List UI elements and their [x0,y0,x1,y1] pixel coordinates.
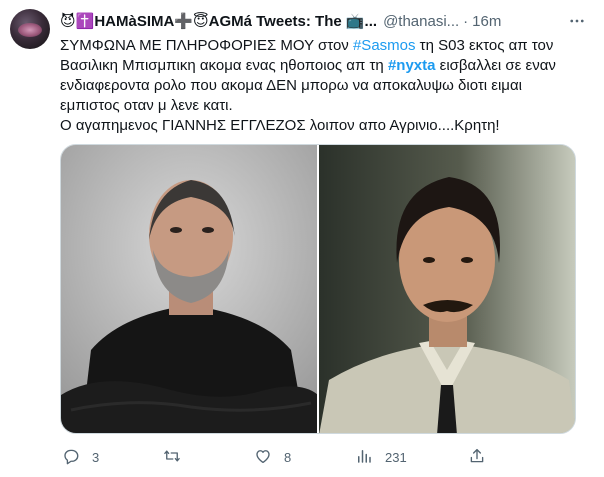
reply-button[interactable]: 3 [62,446,99,468]
like-button[interactable]: 8 [254,446,291,468]
more-dots-icon[interactable] [566,10,588,32]
views-count: 231 [385,449,407,465]
avatar[interactable] [10,9,50,49]
text-line-5: Ο αγαπημενος ΓΙΑΝΝΗΣ ΕΓΓΛΕΖΟΣ λοιπον απο… [60,117,500,134]
separator: · [463,13,469,30]
timestamp[interactable]: 16m [472,12,501,32]
display-name[interactable]: 😈✝️HΑΜàSIΜΑ➕😇ΑGΜá Tweets: The 📺... [60,12,377,32]
reply-icon [62,447,80,468]
action-bar: 3 8 231 [60,446,590,468]
text-line-2: Βασιλικη Μπισμπικη ακομα ενας ηθοποιος α… [60,57,556,74]
heart-icon [254,447,272,468]
text-line-3: ενδιαφεροντα ρολο που ακομα ΔΕΝ μπορω να… [60,77,522,94]
text-line-4: εμπιστος οταν μ λενε κατι. [60,97,233,114]
media-grid [60,144,576,434]
tweet-text: ΣΥΜΦΩΝΑ ΜΕ ΠΛΗΡΟΦΟΡΙΕΣ ΜΟΥ στον #Sasmos … [60,36,590,136]
views-icon [355,447,373,468]
views-button[interactable]: 231 [355,446,407,468]
photo-left[interactable] [61,145,317,433]
share-icon [468,447,486,468]
share-button[interactable] [468,446,486,468]
reply-count: 3 [92,449,100,465]
like-count: 8 [284,449,292,465]
tweet-header: 😈✝️HΑΜàSIΜΑ➕😇ΑGΜá Tweets: The 📺... @than… [60,12,596,32]
hashtag-nyxta[interactable]: #nyxta [388,57,436,74]
hashtag-sasmos[interactable]: #Sasmos [353,37,416,54]
user-handle[interactable]: @thanasi... [383,12,459,32]
tweet[interactable]: 😈✝️HΑΜàSIΜΑ➕😇ΑGΜá Tweets: The 📺... @than… [0,0,604,477]
photo-right[interactable] [319,145,575,433]
text-line-1: ΣΥΜΦΩΝΑ ΜΕ ΠΛΗΡΟΦΟΡΙΕΣ ΜΟΥ στον #Sasmos … [60,37,554,54]
retweet-button[interactable] [163,446,193,468]
retweet-icon [163,447,181,468]
